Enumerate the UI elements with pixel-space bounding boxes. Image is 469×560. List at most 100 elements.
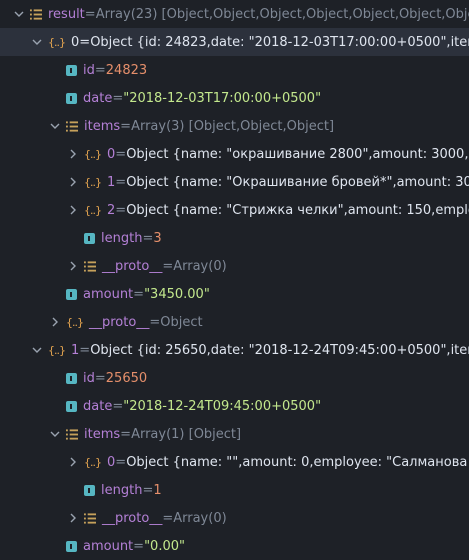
tree-row-id[interactable]: id = 24823 [66, 56, 469, 84]
tree-row-items-0[interactable]: {..} 0 = Object {name: "окрашивание 2800… [66, 140, 469, 168]
tree-eq: = [94, 62, 106, 78]
chevron-down-icon[interactable] [30, 343, 44, 357]
object-icon: {..} [66, 315, 84, 329]
object-icon: {..} [84, 455, 102, 469]
tree-key: __proto__ [89, 314, 150, 330]
array-icon [66, 428, 78, 440]
tree-eq: = [162, 510, 174, 526]
tree-row-items-0[interactable]: {..} 0 = Object {name: "",amount: 0,empl… [66, 448, 469, 476]
tree-row-amount[interactable]: amount = "0.00" [66, 532, 469, 560]
chevron-right-icon[interactable] [66, 455, 80, 469]
tree-summary: Object {name: "окрашивание 2800",amount:… [126, 146, 469, 162]
array-icon [30, 8, 42, 20]
tree-row-result[interactable]: result = Array(23) [Object,Object,Object… [12, 0, 469, 28]
tree-key: date [83, 90, 113, 106]
tree-key: id [83, 62, 95, 78]
primitive-value-icon [84, 484, 95, 496]
tree-key: date [83, 398, 113, 414]
tree-eq: = [120, 118, 132, 134]
array-icon [84, 260, 96, 272]
object-icon: {..} [48, 35, 66, 49]
tree-row-proto-array[interactable]: __proto__ = Array(0) [66, 252, 469, 280]
tree-summary: Object {id: 25650,date: "2018-12-24T09:4… [90, 342, 469, 358]
tree-key: length [101, 230, 143, 246]
tree-eq: = [112, 90, 124, 106]
chevron-down-icon[interactable] [48, 119, 62, 133]
chevron-down-icon[interactable] [12, 7, 26, 21]
tree-row-items[interactable]: items = Array(1) [Object] [48, 420, 469, 448]
tree-key: 0 [107, 454, 116, 470]
tree-summary: Array(0) [173, 258, 227, 274]
tree-key: length [101, 482, 143, 498]
tree-key: items [84, 426, 121, 442]
object-icon: {..} [48, 343, 66, 357]
chevron-right-icon[interactable] [66, 511, 80, 525]
tree-value: 24823 [105, 62, 148, 78]
tree-summary: Array(1) [Object] [131, 426, 242, 442]
tree-eq: = [120, 426, 132, 442]
chevron-right-icon[interactable] [48, 315, 62, 329]
tree-eq: = [112, 398, 124, 414]
chevron-right-icon[interactable] [66, 175, 80, 189]
tree-row-length[interactable]: length = 1 [84, 476, 469, 504]
tree-eq: = [79, 34, 91, 50]
array-icon [66, 120, 78, 132]
tree-summary: Object {name: "",amount: 0,employee: "Са… [126, 454, 469, 470]
tree-key: amount [83, 538, 134, 554]
chevron-down-icon[interactable] [48, 427, 62, 441]
tree-eq: = [115, 454, 127, 470]
tree-value: "2018-12-24T09:45:00+0500" [123, 398, 322, 414]
object-icon: {..} [84, 203, 102, 217]
tree-summary: Array(23) [Object,Object,Object,Object,O… [95, 6, 469, 22]
object-icon: {..} [84, 147, 102, 161]
chevron-right-icon[interactable] [66, 147, 80, 161]
tree-eq: = [94, 370, 106, 386]
primitive-value-icon [66, 92, 77, 104]
tree-value: "2018-12-03T17:00:00+0500" [123, 90, 322, 106]
chevron-right-icon[interactable] [66, 203, 80, 217]
tree-row-date[interactable]: date = "2018-12-24T09:45:00+0500" [66, 392, 469, 420]
tree-row-result-1[interactable]: {..} 1 = Object {id: 25650,date: "2018-1… [30, 336, 469, 364]
variables-tree: result = Array(23) [Object,Object,Object… [0, 0, 469, 560]
tree-eq: = [133, 538, 145, 554]
tree-row-id[interactable]: id = 25650 [66, 364, 469, 392]
tree-row-items-1[interactable]: {..} 1 = Object {name: "Окрашивание бров… [66, 168, 469, 196]
tree-eq: = [149, 314, 161, 330]
tree-value: 3 [153, 230, 162, 246]
tree-summary: Object {id: 24823,date: "2018-12-03T17:0… [90, 34, 469, 50]
tree-eq: = [162, 258, 174, 274]
tree-summary: Object {name: "Окрашивание бровей*",amou… [126, 174, 469, 190]
tree-value: "3450.00" [144, 286, 210, 302]
tree-key: __proto__ [102, 510, 163, 526]
primitive-value-icon [66, 540, 77, 552]
tree-key: __proto__ [102, 258, 163, 274]
tree-row-proto-object[interactable]: {..} __proto__ = Object [48, 308, 469, 336]
tree-eq: = [133, 286, 145, 302]
tree-eq: = [142, 482, 154, 498]
chevron-down-icon[interactable] [30, 35, 44, 49]
tree-row-items-2[interactable]: {..} 2 = Object {name: "Стрижка челки",a… [66, 196, 469, 224]
chevron-right-icon[interactable] [66, 259, 80, 273]
array-icon [84, 512, 96, 524]
tree-eq: = [115, 174, 127, 190]
tree-row-date[interactable]: date = "2018-12-03T17:00:00+0500" [66, 84, 469, 112]
primitive-value-icon [84, 232, 95, 244]
tree-row-items[interactable]: items = Array(3) [Object,Object,Object] [48, 112, 469, 140]
tree-eq: = [142, 230, 154, 246]
primitive-value-icon [66, 372, 77, 384]
tree-row-result-0[interactable]: {..} 0 = Object {id: 24823,date: "2018-1… [0, 28, 469, 56]
tree-value: "0.00" [144, 538, 185, 554]
tree-key: amount [83, 286, 134, 302]
tree-eq: = [115, 202, 127, 218]
object-icon: {..} [84, 175, 102, 189]
primitive-value-icon [66, 400, 77, 412]
tree-summary: Object {name: "Стрижка челки",amount: 15… [126, 202, 469, 218]
tree-row-proto-array[interactable]: __proto__ = Array(0) [66, 504, 469, 532]
tree-row-length[interactable]: length = 3 [84, 224, 469, 252]
tree-value: 25650 [105, 370, 148, 386]
tree-key: 1 [71, 342, 80, 358]
tree-eq: = [115, 146, 127, 162]
primitive-value-icon [66, 64, 77, 76]
tree-row-amount[interactable]: amount = "3450.00" [66, 280, 469, 308]
tree-key: id [83, 370, 95, 386]
